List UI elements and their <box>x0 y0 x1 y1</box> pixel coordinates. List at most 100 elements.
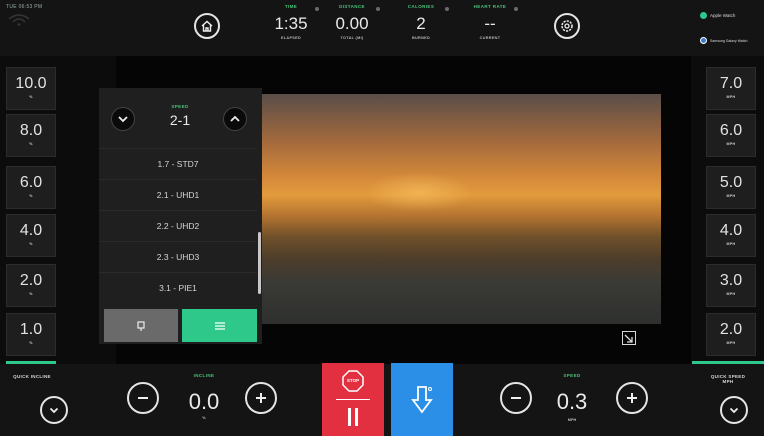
preset-unit: MPH <box>726 292 736 296</box>
speed-increase-button[interactable] <box>616 382 648 414</box>
apple-watch-badge[interactable]: Apple Watch <box>700 12 735 19</box>
chevron-down-icon <box>49 407 59 414</box>
segment-scrollbar[interactable] <box>258 232 261 294</box>
stop-divider <box>336 399 370 400</box>
plus-icon <box>627 393 637 403</box>
apple-watch-label: Apple Watch <box>710 13 736 18</box>
segment-header: SPEED 2-1 <box>99 88 262 148</box>
shrink-video-icon[interactable] <box>622 331 636 345</box>
incline-preset-6[interactable]: 6.0 % <box>6 166 56 209</box>
preset-value: 4.0 <box>19 222 43 239</box>
segment-item[interactable]: 2.1 - UHD1 <box>99 179 257 210</box>
stat-label: DISTANCE <box>339 4 365 9</box>
stat-sub: BURNED <box>411 36 431 40</box>
home-icon <box>201 20 213 32</box>
incline-increase-button[interactable] <box>245 382 277 414</box>
stat-value: 1:35 <box>274 14 308 33</box>
preset-unit: % <box>29 292 33 296</box>
quick-incline-button[interactable] <box>40 396 68 424</box>
speed-preset-3[interactable]: 3.0 MPH <box>706 264 756 307</box>
incline-preset-10[interactable]: 10.0 % <box>6 67 56 110</box>
speed-value: 0.3 <box>556 389 588 414</box>
incline-label: INCLINE <box>193 373 215 378</box>
stat-calories: CALORIES 2 BURNED <box>389 4 453 40</box>
down-arrow-icon <box>411 385 433 413</box>
wifi-icon <box>8 14 30 26</box>
stat-time: TIME 1:35 ELAPSED <box>259 4 323 40</box>
incline-preset-4[interactable]: 4.0 % <box>6 214 56 257</box>
segment-panel: SPEED 2-1 1.7 - STD7 2.1 - UHD1 2.2 - UH… <box>99 88 262 344</box>
incline-preset-1[interactable]: 1.0 % <box>6 313 56 356</box>
segment-next-button[interactable] <box>223 107 247 131</box>
preset-value: 3.0 <box>719 272 743 289</box>
chevron-up-icon <box>230 115 240 122</box>
chevron-down-icon <box>118 116 128 123</box>
segment-value: 2-1 <box>169 112 191 128</box>
preset-unit: MPH <box>726 242 736 246</box>
incline-preset-2[interactable]: 2.0 % <box>6 264 56 307</box>
segment-item[interactable]: 2.3 - UHD3 <box>99 241 257 272</box>
preset-value: 10.0 <box>15 75 47 92</box>
stat-sub: CURRENT <box>479 36 501 40</box>
stat-distance: DISTANCE 0.00 TOTAL (MI) <box>320 4 384 40</box>
preset-unit: % <box>29 242 33 246</box>
speed-preset-4[interactable]: 4.0 MPH <box>706 214 756 257</box>
speed-decrease-button[interactable] <box>500 382 532 414</box>
speed-preset-6[interactable]: 6.0 MPH <box>706 114 756 157</box>
tab-media-view[interactable] <box>104 309 178 342</box>
preset-unit: % <box>29 95 33 99</box>
speed-preset-5[interactable]: 5.0 MPH <box>706 166 756 209</box>
quick-speed-label: QUICK SPEED MPH <box>700 374 756 384</box>
stat-sub: TOTAL (MI) <box>340 36 364 40</box>
stat-label: HEART RATE <box>473 4 507 9</box>
segment-list: 1.7 - STD7 2.1 - UHD1 2.2 - UHD2 2.3 - U… <box>99 148 257 303</box>
galaxy-watch-icon <box>700 37 707 44</box>
segment-item[interactable]: 2.2 - UHD2 <box>99 210 257 241</box>
segment-item[interactable]: 3.1 - PIE1 <box>99 272 257 303</box>
home-button[interactable] <box>194 13 220 39</box>
stat-value: 2 <box>416 14 426 33</box>
cooldown-button[interactable] <box>391 363 453 436</box>
preset-value: 6.0 <box>19 174 43 191</box>
preset-value: 6.0 <box>719 122 743 139</box>
info-dot <box>376 7 380 11</box>
quick-speed-button[interactable] <box>720 396 748 424</box>
clock: TUE 06:53 PM <box>6 4 43 10</box>
tab-list-view[interactable] <box>182 309 257 342</box>
galaxy-watch-badge[interactable]: Samsung Galaxy Watch <box>700 37 747 44</box>
info-dot <box>315 7 319 11</box>
incline-decrease-button[interactable] <box>127 382 159 414</box>
info-dot <box>514 7 518 11</box>
stat-value: -- <box>484 14 496 33</box>
preset-unit: MPH <box>726 194 736 198</box>
settings-icon <box>561 20 573 32</box>
minus-icon <box>138 397 148 399</box>
scenery-video[interactable] <box>234 94 661 324</box>
speed-label: SPEED <box>563 373 581 378</box>
quick-incline-label: QUICK INCLINE <box>13 374 51 379</box>
top-bar: TUE 06:53 PM TIME 1:35 ELAPSED DISTANCE … <box>0 0 764 56</box>
galaxy-watch-label: Samsung Galaxy Watch <box>710 38 748 43</box>
speed-preset-7[interactable]: 7.0 MPH <box>706 67 756 110</box>
arrow-diagonal-icon <box>624 334 633 343</box>
flag-icon <box>137 320 145 331</box>
quick-speed-unit: MPH <box>722 379 734 384</box>
preset-value: 7.0 <box>719 75 743 92</box>
incline-unit: % <box>202 416 206 420</box>
stat-value: 0.00 <box>335 14 369 33</box>
preset-value: 5.0 <box>719 174 743 191</box>
preset-value: 2.0 <box>719 321 743 338</box>
speed-preset-2[interactable]: 2.0 MPH <box>706 313 756 356</box>
speed-unit: MPH <box>567 418 577 422</box>
incline-preset-8[interactable]: 8.0 % <box>6 114 56 157</box>
segment-item[interactable]: 1.7 - STD7 <box>99 148 257 179</box>
preset-unit: % <box>29 341 33 345</box>
preset-unit: MPH <box>726 95 736 99</box>
plus-icon <box>256 393 266 403</box>
stat-label: CALORIES <box>407 4 435 9</box>
segment-prev-button[interactable] <box>111 107 135 131</box>
settings-button[interactable] <box>554 13 580 39</box>
stop-pause-button[interactable]: STOP <box>322 363 384 436</box>
preset-value: 4.0 <box>719 222 743 239</box>
incline-value: 0.0 <box>188 389 220 414</box>
